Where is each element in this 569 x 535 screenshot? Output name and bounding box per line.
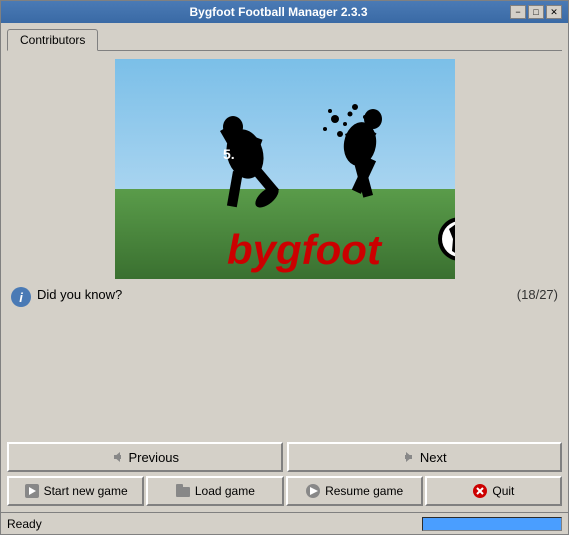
tab-bar: Contributors: [7, 29, 562, 51]
resume-icon: [305, 483, 321, 499]
arrow-left-icon: [110, 450, 124, 464]
info-icon: i: [11, 287, 31, 307]
load-icon: [175, 483, 191, 499]
window-controls: − □ ✕: [510, 5, 562, 19]
main-window: Bygfoot Football Manager 2.3.3 − □ ✕ Con…: [0, 0, 569, 535]
did-you-know-label: Did you know?: [37, 287, 511, 302]
window-title: Bygfoot Football Manager 2.3.3: [47, 5, 510, 19]
progress-bar: [422, 517, 562, 531]
status-bar: Ready: [1, 512, 568, 534]
status-text: Ready: [7, 517, 416, 531]
logo-container: 5. bygfoot: [7, 59, 562, 279]
tab-contributors[interactable]: Contributors: [7, 29, 98, 51]
action-buttons: Start new game Load game Resume game: [7, 476, 562, 506]
minimize-button[interactable]: −: [510, 5, 526, 19]
bygfoot-logo: 5. bygfoot: [115, 59, 455, 279]
start-game-icon: [24, 483, 40, 499]
nav-buttons: Previous Next: [7, 442, 562, 472]
maximize-button[interactable]: □: [528, 5, 544, 19]
title-bar: Bygfoot Football Manager 2.3.3 − □ ✕: [1, 1, 568, 23]
spacer: [7, 347, 562, 438]
previous-button[interactable]: Previous: [7, 442, 283, 472]
did-you-know-section: i Did you know? (18/27): [7, 283, 562, 343]
svg-text:5.: 5.: [223, 146, 235, 162]
arrow-right-icon: [402, 450, 416, 464]
load-game-button[interactable]: Load game: [146, 476, 283, 506]
resume-game-button[interactable]: Resume game: [286, 476, 423, 506]
quit-icon: [472, 483, 488, 499]
close-button[interactable]: ✕: [546, 5, 562, 19]
next-button[interactable]: Next: [287, 442, 563, 472]
did-you-know-count: (18/27): [517, 287, 558, 302]
window-content: Contributors: [1, 23, 568, 512]
start-new-game-button[interactable]: Start new game: [7, 476, 144, 506]
quit-button[interactable]: Quit: [425, 476, 562, 506]
svg-text:bygfoot: bygfoot: [227, 226, 383, 273]
